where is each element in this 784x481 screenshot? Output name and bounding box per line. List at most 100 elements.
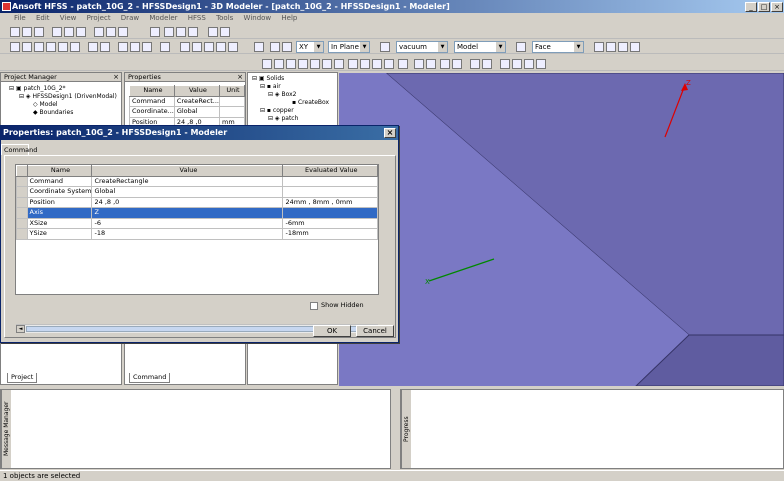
- torus-icon[interactable]: [322, 59, 332, 69]
- tree-item-model[interactable]: ◇ Model: [9, 101, 121, 109]
- close-icon[interactable]: ×: [112, 73, 120, 81]
- model-select[interactable]: Model: [454, 41, 506, 53]
- cylinder-icon[interactable]: [274, 59, 284, 69]
- tree-item-project[interactable]: ⊟ ▣ patch_10G_2*: [9, 85, 121, 93]
- tree-item-patch[interactable]: ⊟ ◈ patch: [252, 115, 337, 123]
- row-header[interactable]: [16, 175, 28, 187]
- tab-project[interactable]: Project: [7, 373, 38, 383]
- maximize-button[interactable]: □: [758, 2, 770, 12]
- material-select[interactable]: vacuum: [396, 41, 448, 53]
- ok-button[interactable]: OK: [313, 325, 351, 337]
- selection-type-select[interactable]: Face: [532, 41, 584, 53]
- box-icon[interactable]: [262, 59, 272, 69]
- tab-command[interactable]: Command: [129, 373, 171, 383]
- copy-icon[interactable]: [64, 27, 74, 37]
- hide-icon[interactable]: [606, 42, 616, 52]
- unite-icon[interactable]: [348, 59, 358, 69]
- tree-item-copper[interactable]: ⊟ ▪ copper: [252, 107, 337, 115]
- zoom-out-icon[interactable]: [452, 59, 462, 69]
- cancel-button[interactable]: Cancel: [356, 325, 394, 337]
- pan-icon[interactable]: [164, 27, 174, 37]
- close-icon[interactable]: ×: [236, 73, 244, 81]
- plane-select[interactable]: XY: [296, 41, 324, 53]
- spline-icon[interactable]: [192, 42, 202, 52]
- draw-mode-select[interactable]: In Plane: [328, 41, 370, 53]
- app-icon[interactable]: [2, 2, 11, 11]
- analyze-icon[interactable]: [58, 42, 68, 52]
- table-row[interactable]: XSize -6 -6mm: [16, 217, 378, 229]
- boundary-icon[interactable]: [118, 42, 128, 52]
- menu-file[interactable]: File: [14, 14, 26, 22]
- tree-item-air[interactable]: ⊟ ▪ air: [252, 83, 337, 91]
- fit-all-icon[interactable]: [208, 27, 218, 37]
- table-row[interactable]: Command CreateRectangle: [16, 175, 378, 187]
- function-icon[interactable]: [216, 42, 226, 52]
- cut-icon[interactable]: [52, 27, 62, 37]
- shading-icon[interactable]: [500, 59, 510, 69]
- open-icon[interactable]: [22, 27, 32, 37]
- radiation-icon[interactable]: [100, 42, 110, 52]
- render-icon[interactable]: [524, 59, 534, 69]
- grid-icon[interactable]: [10, 42, 20, 52]
- analysis-setup-icon[interactable]: [160, 42, 170, 52]
- table-row[interactable]: Position 24 ,8 ,0 24mm , 8mm , 0mm: [16, 196, 378, 208]
- menu-help[interactable]: Help: [281, 14, 297, 22]
- coordinate-system-icon[interactable]: [254, 42, 264, 52]
- row-header[interactable]: [16, 228, 28, 240]
- scroll-left-icon[interactable]: ◄: [16, 325, 25, 333]
- hide-all-icon[interactable]: [630, 42, 640, 52]
- tree-item-createbox[interactable]: ▪ CreateBox: [252, 99, 337, 107]
- rectangle-icon[interactable]: [286, 59, 296, 69]
- excitation-icon[interactable]: [130, 42, 140, 52]
- undo-icon[interactable]: [106, 27, 116, 37]
- results-icon[interactable]: [70, 42, 80, 52]
- menu-window[interactable]: Window: [244, 14, 272, 22]
- menu-tools[interactable]: Tools: [216, 14, 233, 22]
- helix-icon[interactable]: [334, 59, 344, 69]
- rotate-icon[interactable]: [176, 27, 186, 37]
- tree-item-boundaries[interactable]: ◆ Boundaries: [9, 109, 121, 117]
- row-header[interactable]: [16, 207, 28, 219]
- tree-item-box2[interactable]: ⊟ ◈ Box2: [252, 91, 337, 99]
- intersect-icon[interactable]: [372, 59, 382, 69]
- minimize-button[interactable]: _: [745, 2, 757, 12]
- view-rotate-icon[interactable]: [414, 59, 424, 69]
- delete-icon[interactable]: [94, 27, 104, 37]
- zoom-icon[interactable]: [188, 27, 198, 37]
- tree-item-solids[interactable]: ⊟ ▣ Solids: [252, 75, 337, 83]
- split-icon[interactable]: [384, 59, 394, 69]
- subtract-icon[interactable]: [360, 59, 370, 69]
- show-all-icon[interactable]: [618, 42, 628, 52]
- sphere-icon[interactable]: [310, 59, 320, 69]
- table-row[interactable]: Coordinate... Global: [129, 106, 245, 118]
- view-pan-icon[interactable]: [426, 59, 436, 69]
- dialog-close-button[interactable]: ×: [384, 128, 396, 138]
- menu-project[interactable]: Project: [87, 14, 111, 22]
- paste-icon[interactable]: [76, 27, 86, 37]
- save-icon[interactable]: [34, 27, 44, 37]
- close-button[interactable]: ×: [771, 2, 783, 12]
- menu-draw[interactable]: Draw: [121, 14, 139, 22]
- tree-item-design[interactable]: ⊟ ◈ HFSSDesign1 (DrivenModal): [9, 93, 121, 101]
- select-by-name-icon[interactable]: [516, 42, 526, 52]
- table-row-selected[interactable]: Axis Z: [16, 207, 378, 219]
- row-header[interactable]: [16, 196, 28, 208]
- menu-view[interactable]: View: [60, 14, 77, 22]
- solve-icon[interactable]: [34, 42, 44, 52]
- wireframe-icon[interactable]: [512, 59, 522, 69]
- new-icon[interactable]: [10, 27, 20, 37]
- select-icon[interactable]: [150, 27, 160, 37]
- fit-select-icon[interactable]: [482, 59, 492, 69]
- axis-icon[interactable]: [270, 42, 280, 52]
- row-header[interactable]: [16, 217, 28, 229]
- menu-hfss[interactable]: HFSS: [188, 14, 206, 22]
- message-manager-tab[interactable]: Message Manager: [1, 390, 11, 468]
- line-icon[interactable]: [180, 42, 190, 52]
- 3d-viewport[interactable]: Z X: [339, 73, 784, 386]
- polyline-icon[interactable]: [228, 42, 238, 52]
- validate-icon[interactable]: [46, 42, 56, 52]
- row-header[interactable]: [16, 186, 28, 198]
- table-row[interactable]: Coordinate System Global: [16, 186, 378, 198]
- point-icon[interactable]: [282, 42, 292, 52]
- mesh-icon[interactable]: [142, 42, 152, 52]
